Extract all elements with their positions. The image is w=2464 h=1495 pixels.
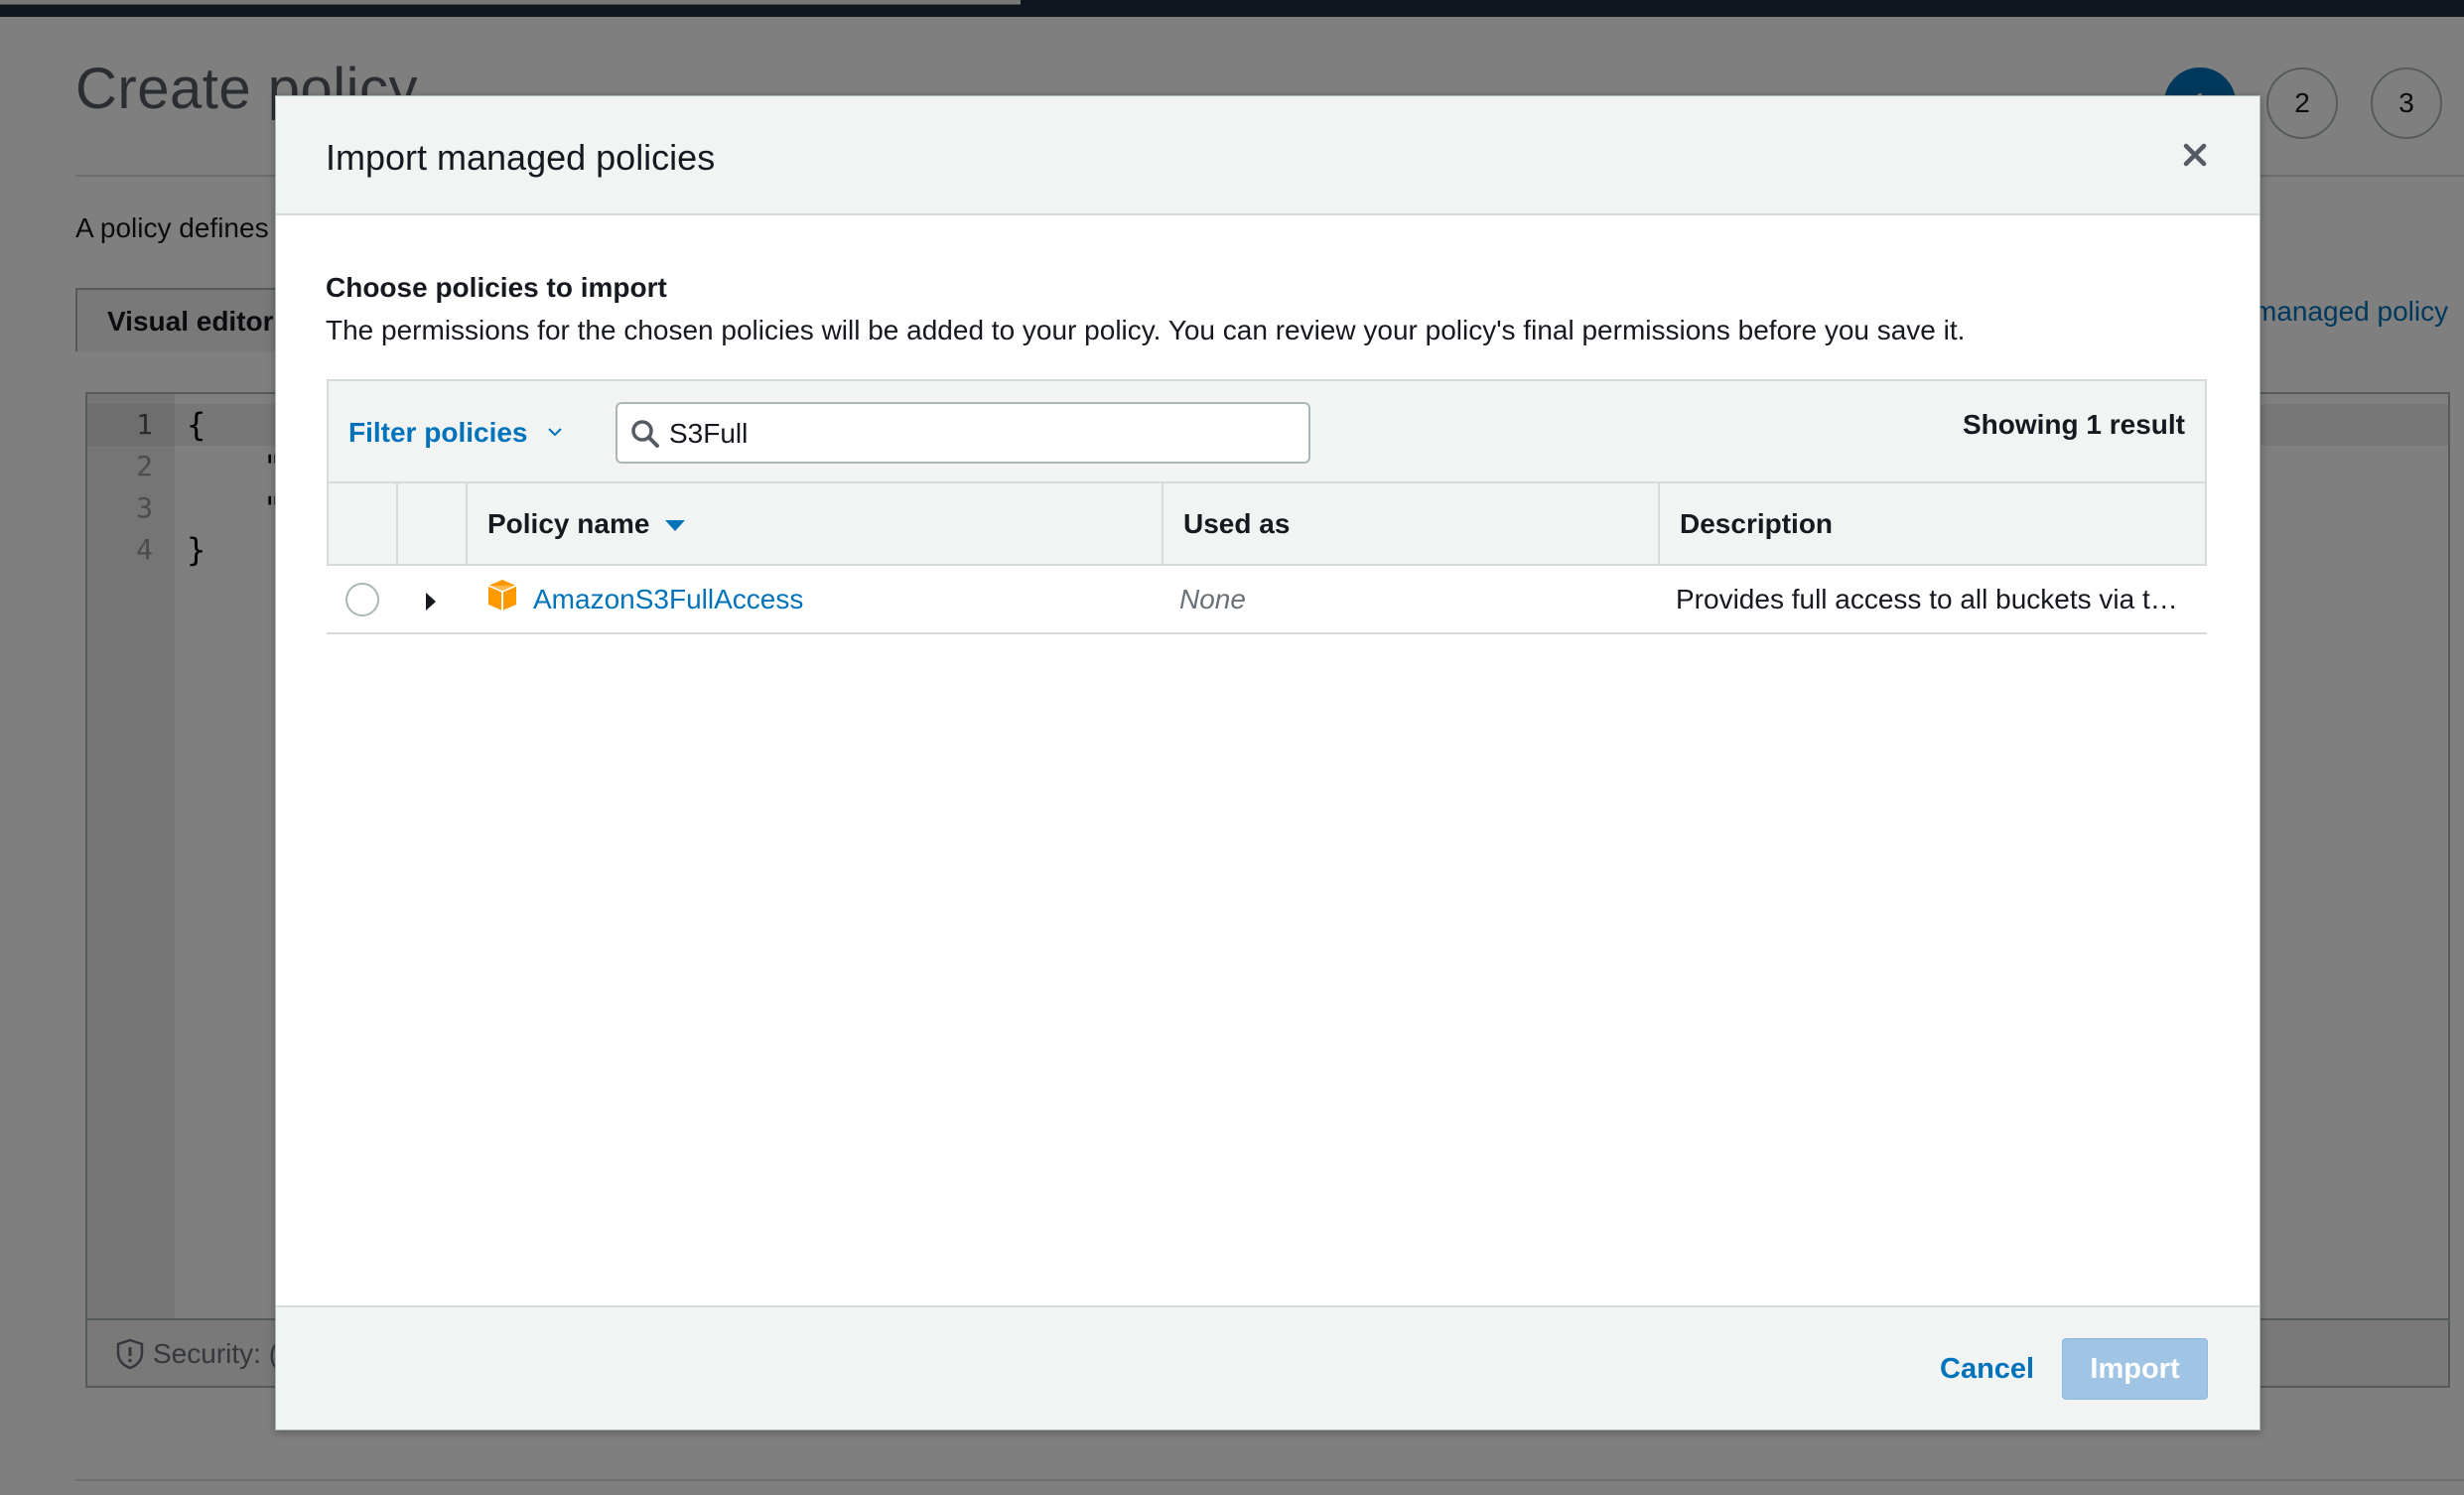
cancel-button[interactable]: Cancel (1940, 1353, 2034, 1386)
description-header-label: Description (1680, 507, 1834, 539)
column-header-used-as[interactable]: Used as (1164, 483, 1660, 564)
column-header-policy-name[interactable]: Policy name (468, 483, 1164, 564)
used-as-header-label: Used as (1183, 507, 1291, 539)
select-column-header (329, 483, 398, 564)
dialog-footer: Cancel Import (276, 1305, 2259, 1429)
table-toolbar: Filter policies Showing 1 result (327, 379, 2207, 483)
chevron-down-icon (548, 428, 562, 437)
caret-right-icon[interactable] (426, 592, 436, 611)
filter-policies-dropdown[interactable]: Filter policies (348, 417, 563, 449)
policy-name-header-label: Policy name (487, 507, 650, 539)
used-as-value: None (1179, 583, 1246, 614)
search-input[interactable] (669, 414, 1295, 454)
dialog-header: Import managed policies (276, 96, 2259, 215)
select-cell (327, 566, 396, 632)
close-icon[interactable] (2180, 140, 2210, 170)
policy-description: Provides full access to all buckets via … (1676, 583, 2178, 614)
table-header-row: Policy name Used as Description (327, 483, 2207, 566)
policies-table: Filter policies Showing 1 result (327, 379, 2207, 634)
filter-policies-label: Filter policies (348, 417, 528, 448)
search-icon (631, 420, 659, 448)
used-as-cell: None (1162, 566, 1658, 632)
sort-descending-icon (665, 520, 686, 531)
expand-column-header (398, 483, 468, 564)
row-select-radio[interactable] (345, 582, 379, 616)
dialog-title: Import managed policies (326, 137, 716, 178)
section-heading: Choose policies to import (326, 272, 667, 303)
table-row[interactable]: AmazonS3FullAccess None Provides full ac… (327, 566, 2207, 634)
search-box[interactable] (616, 402, 1310, 464)
policy-name-link[interactable]: AmazonS3FullAccess (533, 584, 803, 615)
aws-managed-policy-icon (487, 579, 517, 611)
import-managed-policies-dialog: Import managed policies Choose policies … (275, 95, 2260, 1430)
description-cell: Provides full access to all buckets via … (1658, 566, 2207, 632)
app-root: Create policy 1 2 3 A policy defines Vis… (0, 0, 2464, 1495)
import-button[interactable]: Import (2062, 1338, 2208, 1400)
result-count: Showing 1 result (1962, 409, 2185, 440)
expand-cell (396, 566, 466, 632)
section-description: The permissions for the chosen policies … (326, 315, 1966, 345)
policy-name-cell: AmazonS3FullAccess (466, 566, 1162, 632)
column-header-description[interactable]: Description (1660, 483, 2205, 564)
